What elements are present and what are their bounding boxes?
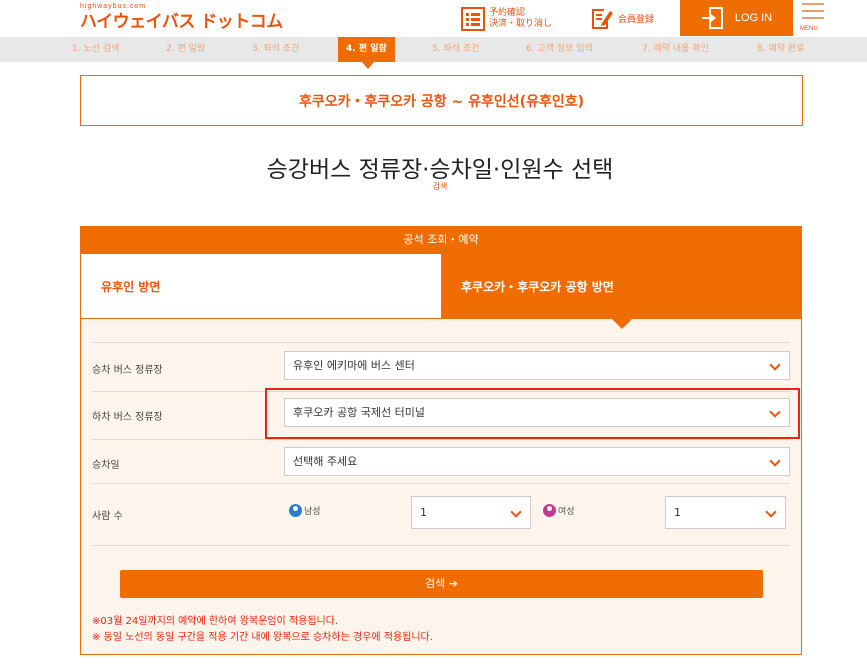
male-person-icon — [289, 504, 302, 517]
route-title: 후쿠오카・후쿠오카 공항 ~ 유후인선(유후인호) — [299, 93, 584, 110]
route-box: 후쿠오카・후쿠오카 공항 ~ 유후인선(유후인호) — [80, 75, 803, 126]
note-line-1: ※03월 24일까지의 예약에 한하여 왕복운임이 적용됩니다. — [92, 616, 339, 627]
menu-label: MENU — [800, 26, 818, 32]
female-count-select[interactable]: 1 — [665, 496, 786, 529]
member-register-link[interactable]: 会員登録 — [590, 0, 654, 37]
chevron-down-icon — [769, 455, 781, 467]
menu-bar — [802, 3, 824, 5]
female-label-group: 여성 — [543, 504, 575, 517]
step-3: 3. 좌석 조건 — [252, 44, 300, 54]
row-divider — [92, 483, 790, 484]
search-button[interactable]: 검색 ➔ — [120, 570, 763, 598]
current-step-pointer — [362, 62, 374, 69]
boarding-stop-select[interactable]: 유후인 에키마에 버스 센터 — [284, 351, 790, 380]
active-tab-pointer — [612, 319, 632, 329]
panel-header: 공석 조회・예약 — [80, 226, 802, 254]
alighting-stop-label: 하차 버스 정류장 — [92, 412, 163, 423]
boarding-date-select[interactable]: 선택해 주세요 — [284, 447, 790, 476]
reserve-line2: 決済・取り消し — [489, 18, 553, 29]
female-count-value: 1 — [674, 506, 681, 519]
edit-document-icon — [592, 8, 613, 29]
boarding-date-value: 선택해 주세요 — [293, 455, 358, 468]
tab-yufuin-direction[interactable]: 유후인 방면 — [81, 254, 441, 319]
people-count-label: 사람 수 — [92, 511, 123, 522]
male-label-group: 남성 — [289, 504, 321, 517]
highlight-box — [265, 388, 800, 439]
chevron-down-icon — [510, 506, 522, 518]
step-2: 2. 편 일람 — [166, 44, 206, 54]
row-divider — [92, 439, 790, 440]
male-label: 남성 — [304, 507, 321, 517]
menu-button[interactable]: MENU — [800, 0, 826, 36]
step-4-current: 4. 편 일람 — [338, 37, 395, 62]
logo-domain: highwaybus.com — [80, 3, 147, 10]
row-divider — [92, 545, 790, 546]
page-subtitle: 검색 — [432, 182, 448, 191]
female-person-icon — [543, 504, 556, 517]
page-title: 승강버스 정류장·승차일·인원수 선택 — [266, 157, 614, 183]
tab-fukuoka-direction[interactable]: 후쿠오카・후쿠오카 공항 방면 — [441, 254, 802, 319]
progress-steps: 1. 노선 검색 2. 편 일람 3. 좌석 조건 4. 편 일람 5. 좌석 … — [0, 37, 867, 62]
chevron-down-icon — [765, 506, 777, 518]
step-5: 5. 좌석 조건 — [432, 44, 480, 54]
list-icon — [461, 6, 485, 31]
reserve-line1: 予約確認 — [489, 7, 526, 18]
step-6: 6. 고객 정보 입력 — [526, 44, 593, 54]
reservation-check-link[interactable]: 予約確認 決済・取り消し — [461, 0, 552, 37]
step-8: 8. 예약 완료 — [757, 44, 805, 54]
note-line-2: ※ 동일 노선의 동일 구간을 적용 기간 내에 왕복으로 승차하는 경우에 적… — [92, 632, 433, 643]
menu-bar — [802, 10, 824, 12]
logo-name: ハイウェイバス ドットコム — [80, 12, 283, 32]
site-logo[interactable]: highwaybus.com ハイウェイバス ドットコム — [80, 3, 283, 33]
step-1: 1. 노선 검색 — [72, 44, 120, 54]
site-header: highwaybus.com ハイウェイバス ドットコム 予約確認 決済・取り消… — [0, 0, 867, 37]
menu-bar — [802, 17, 824, 19]
login-label: LOG IN — [734, 12, 773, 24]
row-divider — [92, 342, 790, 343]
member-label: 会員登録 — [618, 15, 655, 25]
male-count-select[interactable]: 1 — [411, 496, 531, 529]
boarding-stop-label: 승차 버스 정류장 — [92, 365, 163, 376]
boarding-date-label: 승차일 — [92, 460, 120, 471]
female-label: 여성 — [558, 507, 575, 517]
boarding-stop-value: 유후인 에키마에 버스 센터 — [293, 359, 415, 372]
chevron-down-icon — [769, 359, 781, 371]
male-count-value: 1 — [420, 506, 427, 519]
login-button[interactable]: LOG IN — [680, 0, 793, 36]
step-7: 7. 예약 내용 확인 — [642, 44, 709, 54]
login-icon — [701, 7, 723, 29]
